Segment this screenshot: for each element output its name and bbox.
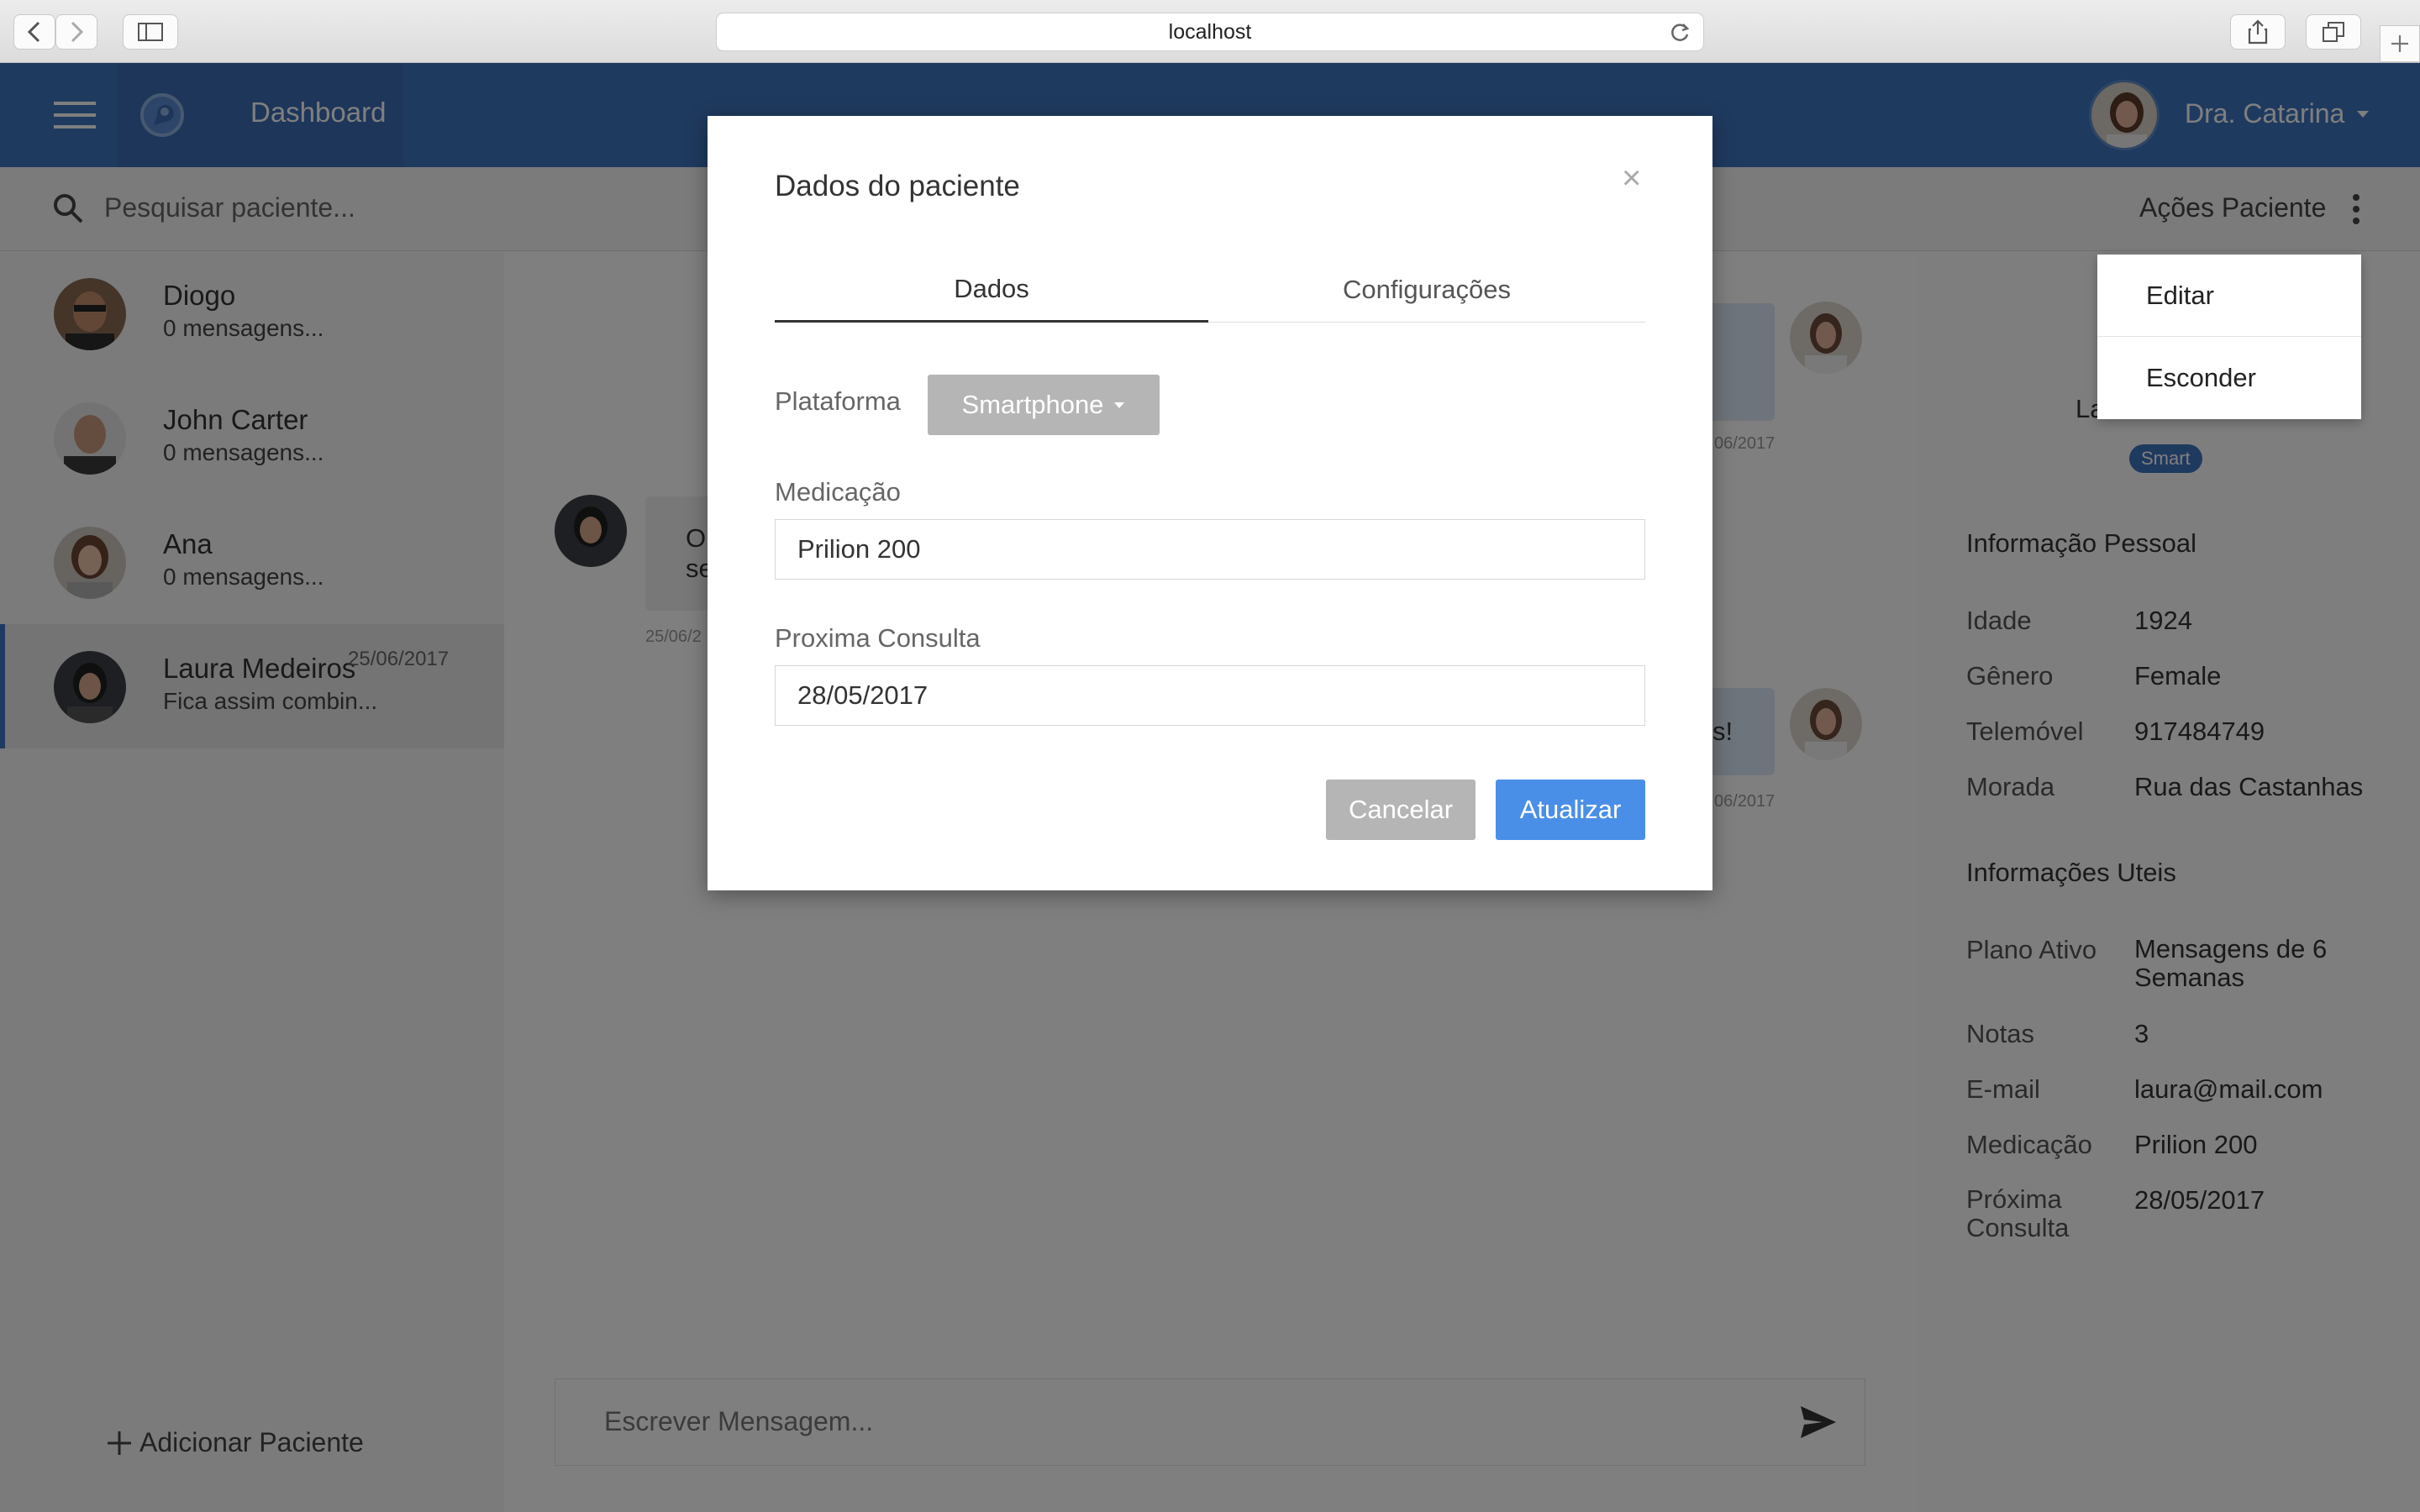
browser-toolbar: localhost xyxy=(0,0,2420,63)
update-button[interactable]: Atualizar xyxy=(1496,780,1645,840)
chevron-right-icon xyxy=(71,21,84,43)
back-button[interactable] xyxy=(13,14,55,50)
forward-button[interactable] xyxy=(55,14,97,50)
modal-title: Dados do paciente xyxy=(775,170,1020,202)
platform-label: Plataforma xyxy=(775,386,901,416)
platform-dropdown[interactable]: Smartphone xyxy=(928,375,1160,435)
close-icon[interactable]: × xyxy=(1622,160,1641,197)
tab-configuracoes[interactable]: Configurações xyxy=(1208,257,1645,323)
menu-item-hide[interactable]: Esconder xyxy=(2097,337,2361,419)
tab-dados[interactable]: Dados xyxy=(775,257,1208,323)
new-tab-button[interactable] xyxy=(2380,25,2420,62)
tabs-overview-button[interactable] xyxy=(2306,14,2361,50)
appointment-input[interactable]: 28/05/2017 xyxy=(775,665,1645,726)
patient-actions-menu: Editar Esconder xyxy=(2097,255,2361,419)
medication-label: Medicação xyxy=(775,477,901,507)
caret-down-icon xyxy=(1114,402,1125,408)
menu-item-edit[interactable]: Editar xyxy=(2097,255,2361,337)
share-icon xyxy=(2248,19,2268,45)
url-text: localhost xyxy=(1168,19,1252,44)
sidebar-icon xyxy=(138,23,163,41)
chevron-left-icon xyxy=(27,21,40,43)
reload-icon[interactable] xyxy=(1670,22,1691,44)
plus-icon xyxy=(2391,35,2408,52)
sidebar-toggle-button[interactable] xyxy=(123,14,178,50)
cancel-button[interactable]: Cancelar xyxy=(1326,780,1476,840)
platform-dropdown-value: Smartphone xyxy=(961,390,1104,419)
tabs-icon xyxy=(2323,22,2344,42)
patient-data-modal: Dados do paciente × Dados Configurações … xyxy=(708,116,1712,890)
share-button[interactable] xyxy=(2230,14,2286,50)
medication-input[interactable]: Prilion 200 xyxy=(775,519,1645,580)
address-bar[interactable]: localhost xyxy=(716,13,1704,51)
appointment-label: Proxima Consulta xyxy=(775,623,981,653)
